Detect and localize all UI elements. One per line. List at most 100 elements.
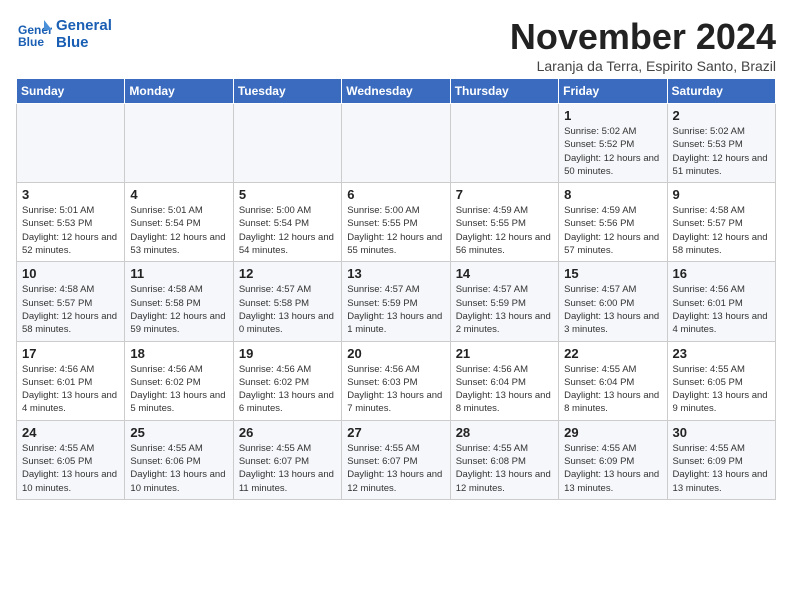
header-wednesday: Wednesday xyxy=(342,79,450,104)
calendar-cell: 29Sunrise: 4:55 AM Sunset: 6:09 PM Dayli… xyxy=(559,420,667,499)
header-tuesday: Tuesday xyxy=(233,79,341,104)
header-monday: Monday xyxy=(125,79,233,104)
logo-line2: Blue xyxy=(56,34,89,51)
week-row-0: 1 Sunrise: 5:02 AM Sunset: 5:52 PM Daylig… xyxy=(17,104,776,183)
day-number: 15 xyxy=(564,266,661,281)
day-info: Sunrise: 4:56 AM Sunset: 6:03 PM Dayligh… xyxy=(347,363,444,416)
day-info: Sunrise: 4:55 AM Sunset: 6:07 PM Dayligh… xyxy=(239,442,336,495)
calendar-cell: 6 Sunrise: 5:00 AM Sunset: 5:55 PM Daylig… xyxy=(342,183,450,262)
day-number: 5 xyxy=(239,187,336,202)
day-info: Sunrise: 4:56 AM Sunset: 6:02 PM Dayligh… xyxy=(130,363,227,416)
day-number: 7 xyxy=(456,187,553,202)
day-number: 26 xyxy=(239,425,336,440)
calendar-cell xyxy=(17,104,125,183)
calendar-cell: 16 Sunrise: 4:56 AM Sunset: 6:01 PM Dayli… xyxy=(667,262,775,341)
calendar-cell: 15 Sunrise: 4:57 AM Sunset: 6:00 PM Dayli… xyxy=(559,262,667,341)
day-info: Sunrise: 4:58 AM Sunset: 5:58 PM Dayligh… xyxy=(130,283,227,336)
day-info: Sunrise: 4:57 AM Sunset: 5:58 PM Dayligh… xyxy=(239,283,336,336)
day-number: 24 xyxy=(22,425,119,440)
day-info: Sunrise: 4:58 AM Sunset: 5:57 PM Dayligh… xyxy=(673,204,770,257)
day-info: Sunrise: 4:57 AM Sunset: 6:00 PM Dayligh… xyxy=(564,283,661,336)
day-info: Sunrise: 4:56 AM Sunset: 6:01 PM Dayligh… xyxy=(673,283,770,336)
day-info: Sunrise: 4:55 AM Sunset: 6:04 PM Dayligh… xyxy=(564,363,661,416)
day-info: Sunrise: 4:56 AM Sunset: 6:02 PM Dayligh… xyxy=(239,363,336,416)
day-number: 6 xyxy=(347,187,444,202)
header-friday: Friday xyxy=(559,79,667,104)
calendar-cell xyxy=(233,104,341,183)
page-header: General Blue General Blue November 2024 … xyxy=(16,16,776,74)
day-info: Sunrise: 4:55 AM Sunset: 6:06 PM Dayligh… xyxy=(130,442,227,495)
calendar-cell: 24Sunrise: 4:55 AM Sunset: 6:05 PM Dayli… xyxy=(17,420,125,499)
calendar-cell: 5Sunrise: 5:00 AM Sunset: 5:54 PM Daylig… xyxy=(233,183,341,262)
calendar-cell: 21Sunrise: 4:56 AM Sunset: 6:04 PM Dayli… xyxy=(450,341,558,420)
calendar-cell: 17 Sunrise: 4:56 AM Sunset: 6:01 PM Dayli… xyxy=(17,341,125,420)
day-number: 22 xyxy=(564,346,661,361)
day-info: Sunrise: 4:57 AM Sunset: 5:59 PM Dayligh… xyxy=(347,283,444,336)
day-info: Sunrise: 4:55 AM Sunset: 6:08 PM Dayligh… xyxy=(456,442,553,495)
calendar-cell: 19 Sunrise: 4:56 AM Sunset: 6:02 PM Dayli… xyxy=(233,341,341,420)
calendar-cell: 11 Sunrise: 4:58 AM Sunset: 5:58 PM Dayli… xyxy=(125,262,233,341)
day-number: 10 xyxy=(22,266,119,281)
day-number: 18 xyxy=(130,346,227,361)
day-info: Sunrise: 4:55 AM Sunset: 6:09 PM Dayligh… xyxy=(673,442,770,495)
header-thursday: Thursday xyxy=(450,79,558,104)
day-number: 17 xyxy=(22,346,119,361)
week-row-3: 17 Sunrise: 4:56 AM Sunset: 6:01 PM Dayli… xyxy=(17,341,776,420)
calendar-cell: 12 Sunrise: 4:57 AM Sunset: 5:58 PM Dayli… xyxy=(233,262,341,341)
calendar-cell: 7 Sunrise: 4:59 AM Sunset: 5:55 PM Daylig… xyxy=(450,183,558,262)
day-number: 3 xyxy=(22,187,119,202)
day-info: Sunrise: 4:55 AM Sunset: 6:07 PM Dayligh… xyxy=(347,442,444,495)
day-number: 19 xyxy=(239,346,336,361)
logo-icon: General Blue xyxy=(16,16,52,52)
day-info: Sunrise: 4:59 AM Sunset: 5:55 PM Dayligh… xyxy=(456,204,553,257)
header-sunday: Sunday xyxy=(17,79,125,104)
calendar-cell: 22 Sunrise: 4:55 AM Sunset: 6:04 PM Dayli… xyxy=(559,341,667,420)
week-row-2: 10 Sunrise: 4:58 AM Sunset: 5:57 PM Dayli… xyxy=(17,262,776,341)
day-number: 9 xyxy=(673,187,770,202)
month-title: November 2024 xyxy=(510,16,776,58)
day-info: Sunrise: 5:00 AM Sunset: 5:55 PM Dayligh… xyxy=(347,204,444,257)
calendar-cell: 30Sunrise: 4:55 AM Sunset: 6:09 PM Dayli… xyxy=(667,420,775,499)
day-info: Sunrise: 4:58 AM Sunset: 5:57 PM Dayligh… xyxy=(22,283,119,336)
day-number: 13 xyxy=(347,266,444,281)
svg-text:Blue: Blue xyxy=(18,35,44,49)
day-number: 11 xyxy=(130,266,227,281)
week-row-1: 3Sunrise: 5:01 AM Sunset: 5:53 PM Daylig… xyxy=(17,183,776,262)
calendar-cell: 10 Sunrise: 4:58 AM Sunset: 5:57 PM Dayli… xyxy=(17,262,125,341)
day-info: Sunrise: 4:55 AM Sunset: 6:05 PM Dayligh… xyxy=(673,363,770,416)
calendar-cell: 4 Sunrise: 5:01 AM Sunset: 5:54 PM Daylig… xyxy=(125,183,233,262)
day-number: 4 xyxy=(130,187,227,202)
day-number: 14 xyxy=(456,266,553,281)
day-info: Sunrise: 5:01 AM Sunset: 5:54 PM Dayligh… xyxy=(130,204,227,257)
week-row-4: 24Sunrise: 4:55 AM Sunset: 6:05 PM Dayli… xyxy=(17,420,776,499)
day-number: 16 xyxy=(673,266,770,281)
day-number: 23 xyxy=(673,346,770,361)
day-number: 20 xyxy=(347,346,444,361)
day-number: 12 xyxy=(239,266,336,281)
day-number: 1 xyxy=(564,108,661,123)
calendar-cell xyxy=(450,104,558,183)
day-info: Sunrise: 4:56 AM Sunset: 6:01 PM Dayligh… xyxy=(22,363,119,416)
calendar-body: 1 Sunrise: 5:02 AM Sunset: 5:52 PM Daylig… xyxy=(17,104,776,500)
day-number: 8 xyxy=(564,187,661,202)
calendar-cell: 18 Sunrise: 4:56 AM Sunset: 6:02 PM Dayli… xyxy=(125,341,233,420)
day-number: 28 xyxy=(456,425,553,440)
calendar-cell: 14 Sunrise: 4:57 AM Sunset: 5:59 PM Dayli… xyxy=(450,262,558,341)
day-info: Sunrise: 4:59 AM Sunset: 5:56 PM Dayligh… xyxy=(564,204,661,257)
calendar-cell xyxy=(125,104,233,183)
calendar-cell xyxy=(342,104,450,183)
calendar-cell: 20 Sunrise: 4:56 AM Sunset: 6:03 PM Dayli… xyxy=(342,341,450,420)
calendar-cell: 27Sunrise: 4:55 AM Sunset: 6:07 PM Dayli… xyxy=(342,420,450,499)
calendar-table: SundayMondayTuesdayWednesdayThursdayFrid… xyxy=(16,78,776,500)
calendar-header-row: SundayMondayTuesdayWednesdayThursdayFrid… xyxy=(17,79,776,104)
day-number: 29 xyxy=(564,425,661,440)
calendar-cell: 2 Sunrise: 5:02 AM Sunset: 5:53 PM Daylig… xyxy=(667,104,775,183)
day-info: Sunrise: 4:57 AM Sunset: 5:59 PM Dayligh… xyxy=(456,283,553,336)
calendar-cell: 23 Sunrise: 4:55 AM Sunset: 6:05 PM Dayli… xyxy=(667,341,775,420)
day-number: 2 xyxy=(673,108,770,123)
calendar-cell: 25Sunrise: 4:55 AM Sunset: 6:06 PM Dayli… xyxy=(125,420,233,499)
calendar-cell: 9 Sunrise: 4:58 AM Sunset: 5:57 PM Daylig… xyxy=(667,183,775,262)
day-info: Sunrise: 5:02 AM Sunset: 5:52 PM Dayligh… xyxy=(564,125,661,178)
day-info: Sunrise: 5:02 AM Sunset: 5:53 PM Dayligh… xyxy=(673,125,770,178)
day-info: Sunrise: 4:56 AM Sunset: 6:04 PM Dayligh… xyxy=(456,363,553,416)
